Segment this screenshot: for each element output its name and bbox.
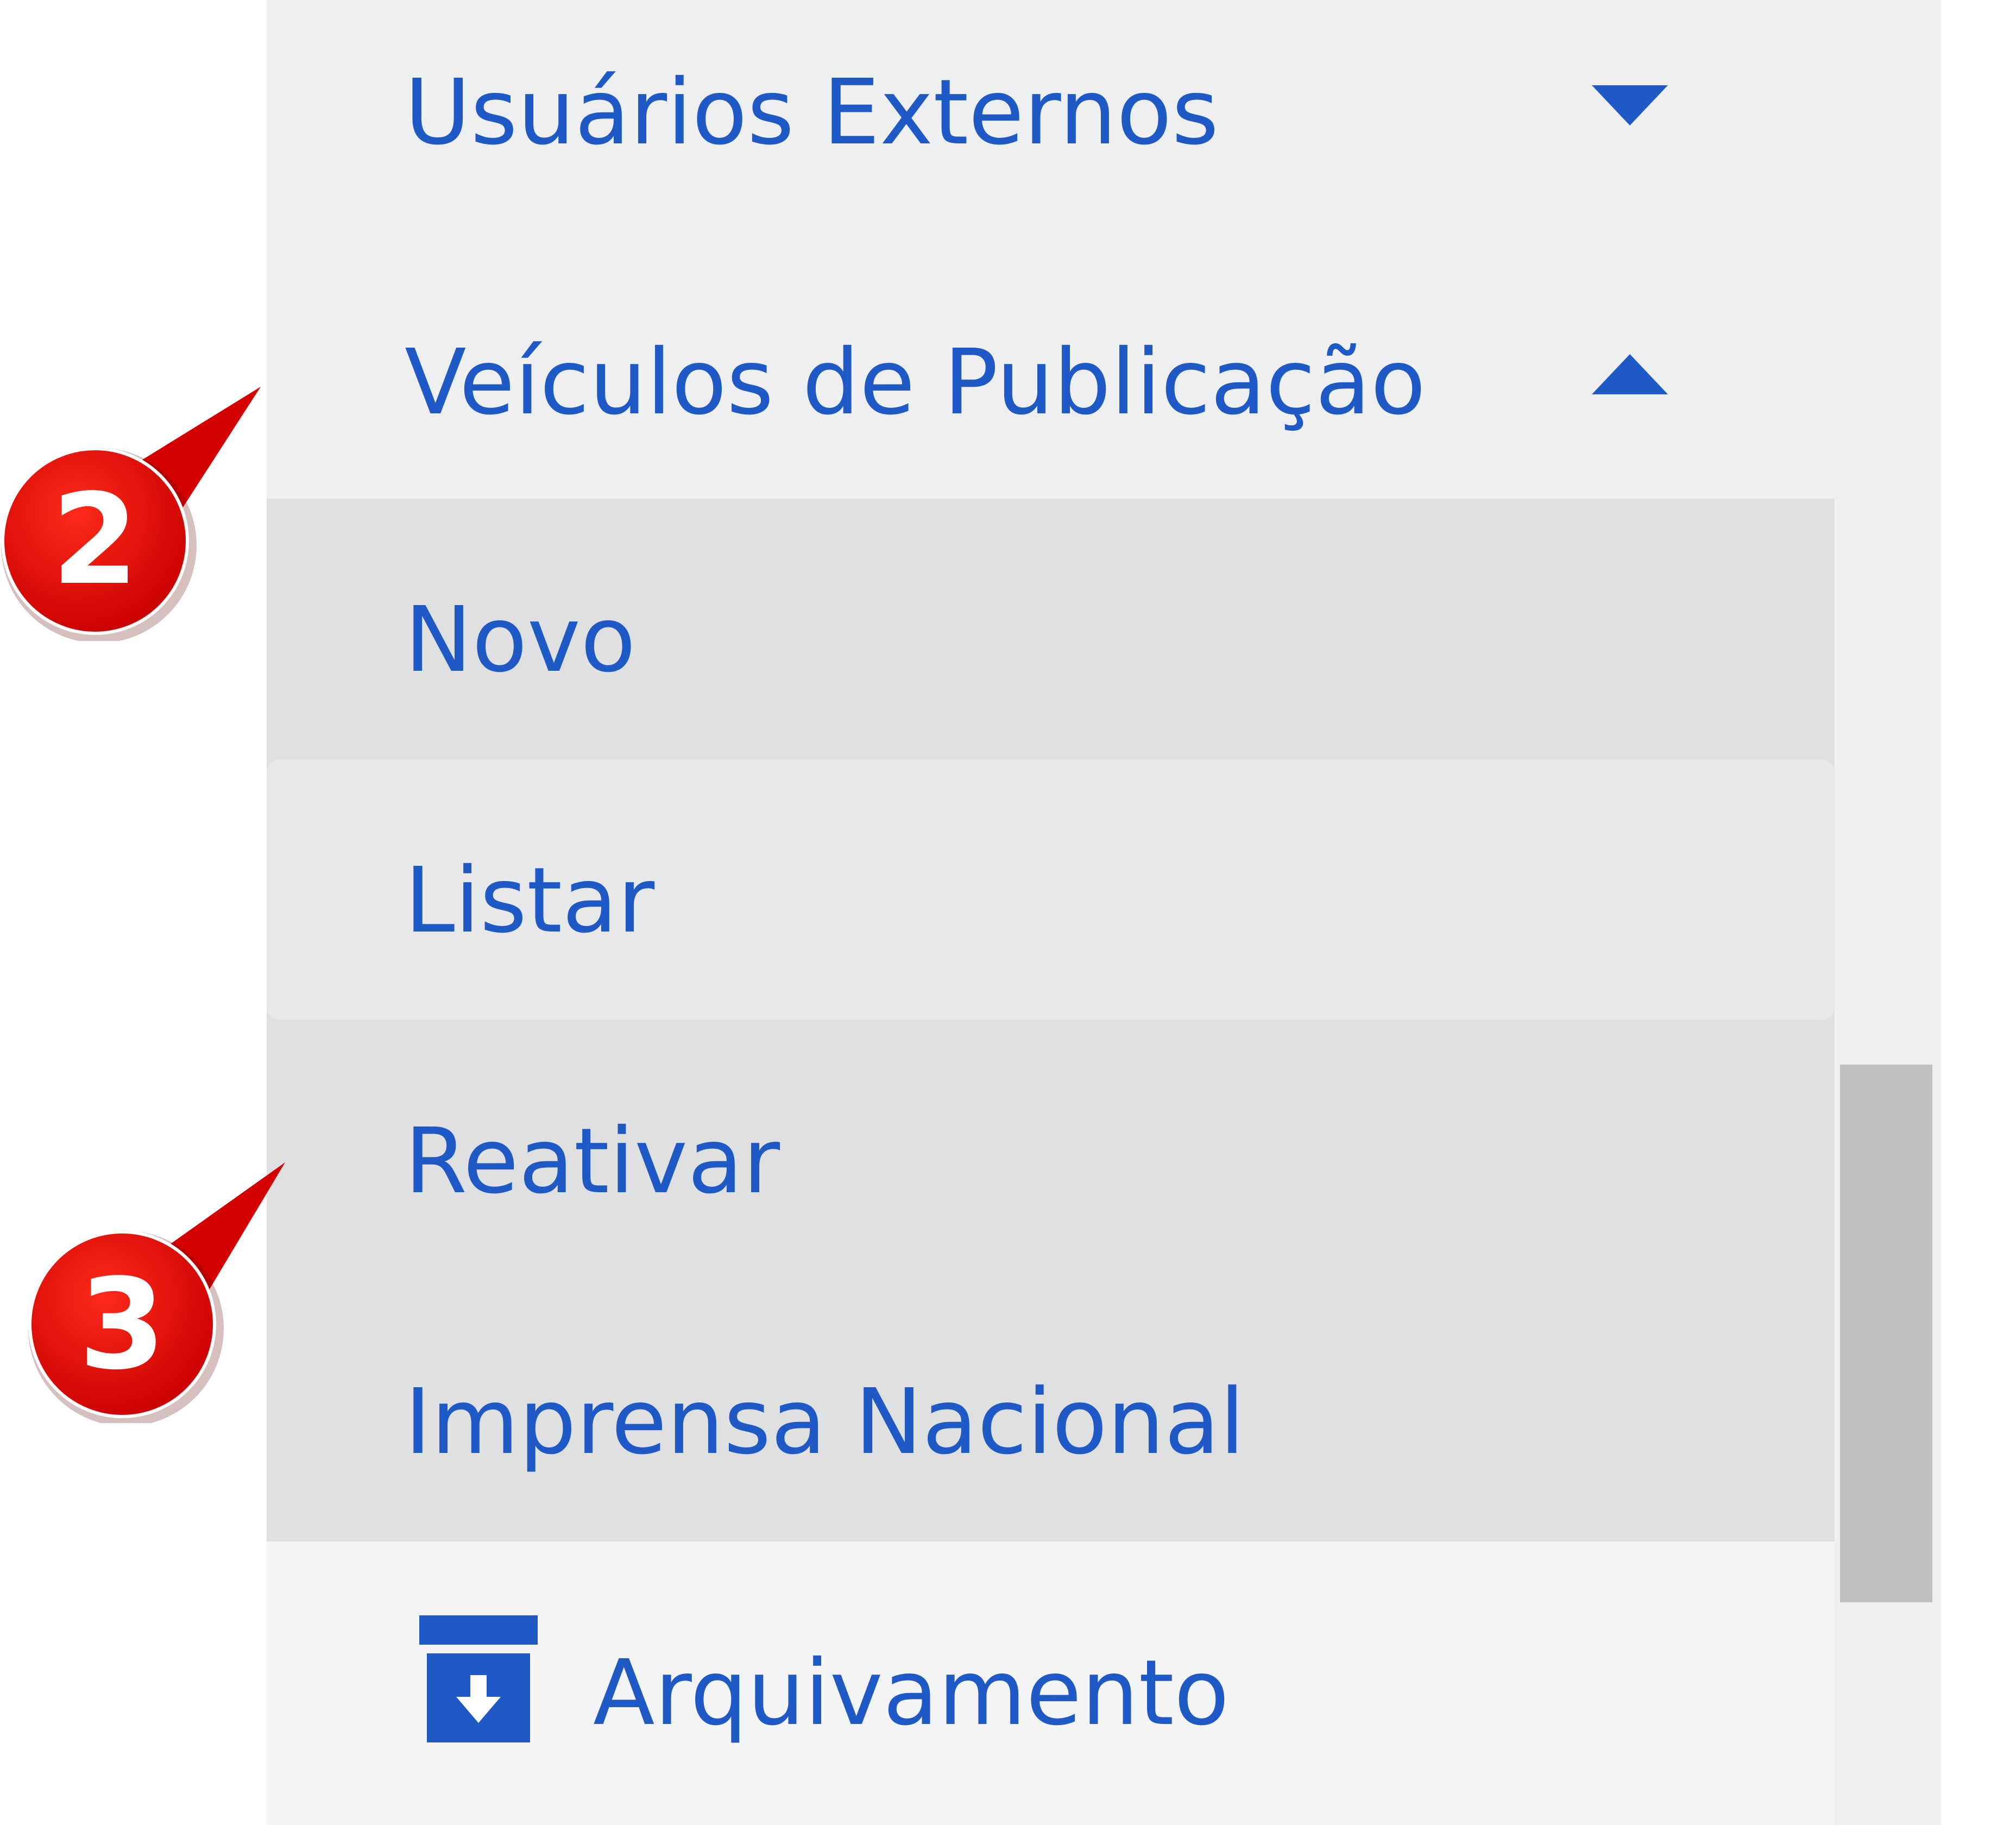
- callout-badge-2: 2: [0, 380, 272, 641]
- submenu-item-label: Novo: [405, 588, 636, 693]
- submenu-item-label: Listar: [405, 848, 655, 953]
- menu-item-label: Usuários Externos: [405, 60, 1219, 165]
- submenu-item-novo[interactable]: Novo: [267, 499, 1835, 759]
- callout-badge-3: 3: [27, 1162, 299, 1423]
- submenu-item-imprensa-nacional[interactable]: Imprensa Nacional: [267, 1281, 1835, 1541]
- caret-up-icon[interactable]: [1592, 354, 1668, 394]
- menu-item-arquivamento[interactable]: Arquivamento: [267, 1541, 1835, 1825]
- submenu-item-reativar[interactable]: Reativar: [267, 1020, 1835, 1281]
- menu-item-label: Veículos de Publicação: [405, 330, 1426, 435]
- caret-down-icon[interactable]: [1592, 85, 1668, 125]
- menu-item-usuarios-externos[interactable]: Usuários Externos: [267, 0, 1835, 234]
- callout-number: 2: [51, 468, 139, 613]
- callout-number: 3: [78, 1253, 166, 1398]
- submenu-item-listar[interactable]: Listar: [267, 759, 1835, 1020]
- menu-item-label: Arquivamento: [593, 1641, 1230, 1746]
- menu-item-veiculos-de-publicacao[interactable]: Veículos de Publicação: [267, 234, 1835, 499]
- submenu-item-label: Reativar: [405, 1109, 780, 1214]
- submenu-item-label: Imprensa Nacional: [405, 1370, 1245, 1475]
- scrollbar-thumb[interactable]: [1840, 1065, 1932, 1602]
- archive-icon: [419, 1615, 538, 1742]
- submenu-veiculos-de-publicacao: Novo Listar Reativar Imprensa Nacional: [267, 499, 1835, 1541]
